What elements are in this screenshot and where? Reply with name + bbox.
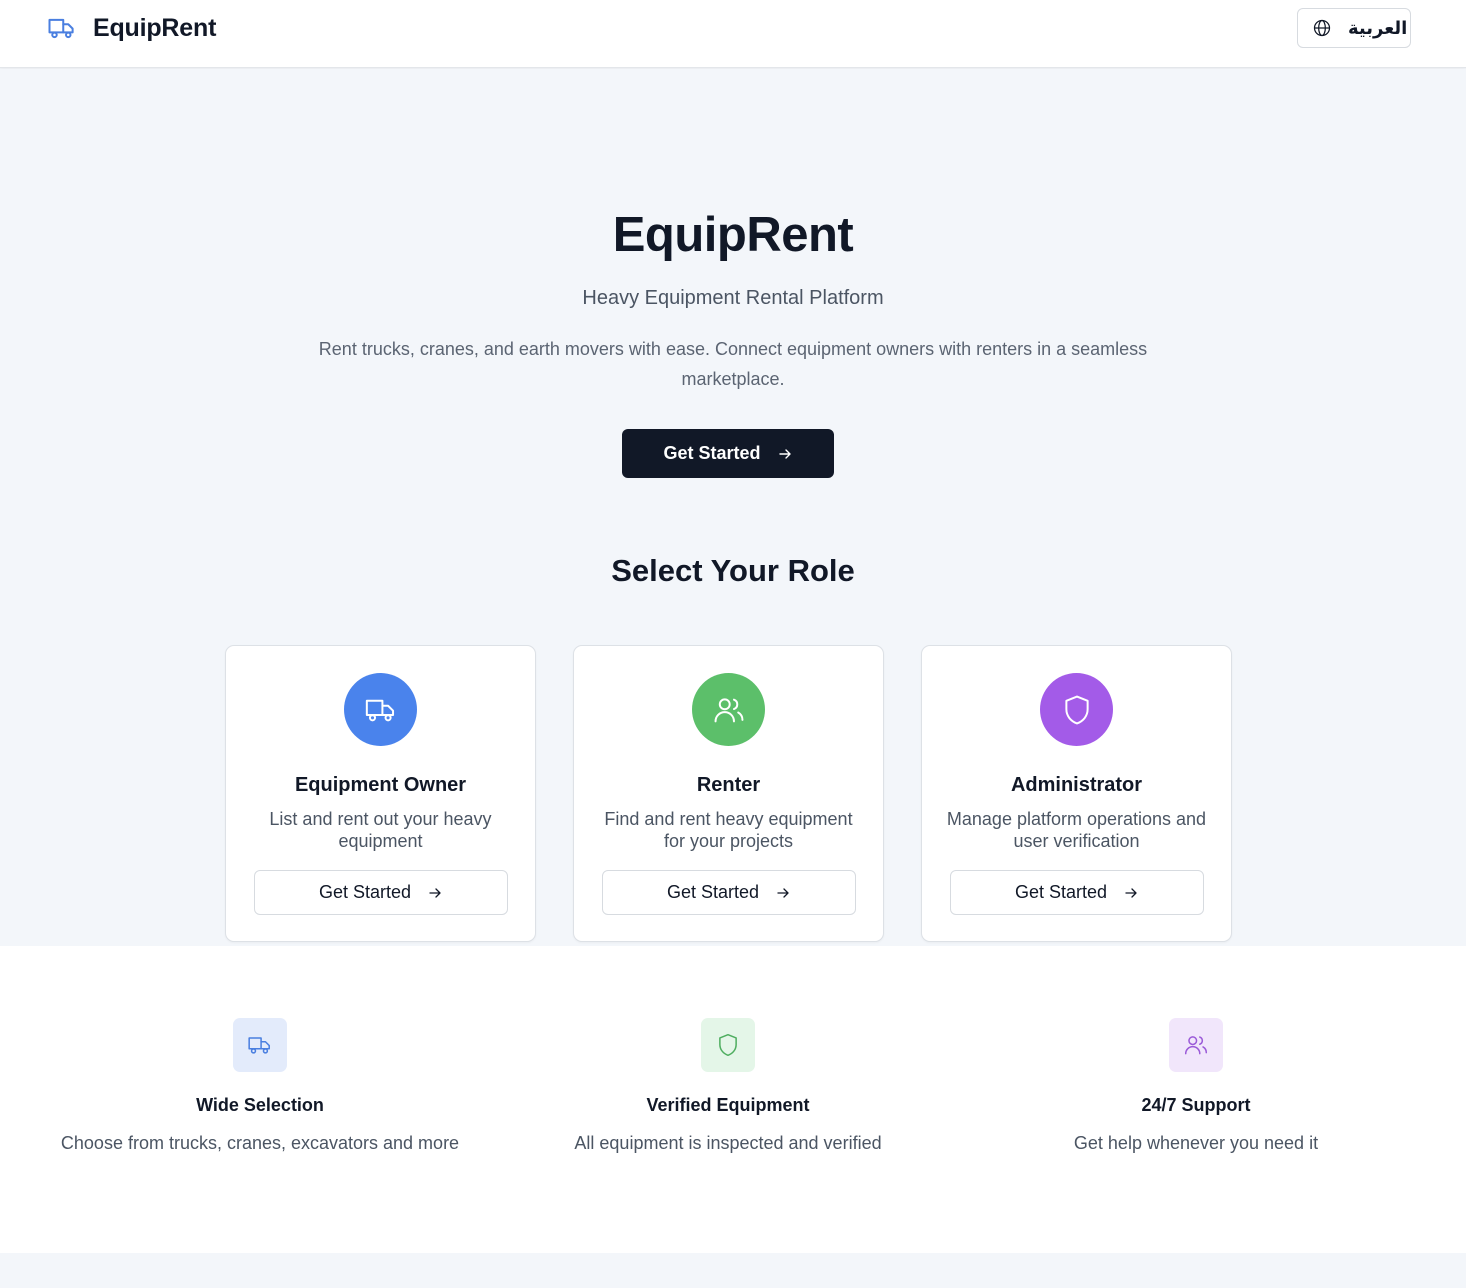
language-label: العربية: [1348, 17, 1408, 39]
feature-support: 24/7 Support Get help whenever you need …: [976, 946, 1416, 1253]
features-section: Wide Selection Choose from trucks, crane…: [0, 946, 1466, 1253]
feature-icon-box: [701, 1018, 755, 1072]
role-description: Manage platform operations and user veri…: [946, 809, 1207, 851]
arrow-right-icon: [427, 885, 443, 901]
role-icon-circle: [1040, 673, 1113, 746]
arrow-right-icon: [777, 446, 793, 462]
button-label: Get Started: [318, 882, 412, 902]
users-icon: [714, 697, 743, 722]
feature-description: Get help whenever you need it: [1073, 1133, 1319, 1153]
feature-verified-equipment: Verified Equipment All equipment is insp…: [508, 946, 948, 1253]
role-icon-circle: [692, 673, 765, 746]
feature-icon-box: [233, 1018, 287, 1072]
renter-get-started-button[interactable]: Get Started: [602, 870, 856, 915]
equipment-owner-get-started-button[interactable]: Get Started: [254, 870, 508, 915]
feature-title: Verified Equipment: [646, 1095, 810, 1115]
feature-wide-selection: Wide Selection Choose from trucks, crane…: [40, 946, 480, 1253]
role-name: Equipment Owner: [294, 774, 467, 796]
shield-icon: [1064, 695, 1089, 724]
role-card-administrator: Administrator Manage platform operations…: [921, 645, 1232, 942]
feature-title: Wide Selection: [196, 1095, 324, 1115]
language-switch-button[interactable]: العربية: [1297, 8, 1411, 48]
administrator-get-started-button[interactable]: Get Started: [950, 870, 1204, 915]
truck-icon: [365, 699, 394, 721]
users-icon: [1184, 1036, 1208, 1055]
hero-title: EquipRent: [612, 208, 854, 262]
button-label: Get Started: [666, 882, 760, 902]
arrow-right-icon: [775, 885, 791, 901]
role-card-equipment-owner: Equipment Owner List and rent out your h…: [225, 645, 536, 942]
role-card-renter: Renter Find and rent heavy equipment for…: [573, 645, 884, 942]
truck-icon: [248, 1037, 270, 1054]
role-name: Renter: [696, 774, 761, 796]
top-navbar: EquipRent العربية: [0, 0, 1466, 68]
footer-strip: [0, 1253, 1466, 1288]
truck-icon: [45, 13, 79, 43]
role-icon-circle: [344, 673, 417, 746]
feature-title: 24/7 Support: [1141, 1095, 1251, 1115]
hero-description: Rent trucks, cranes, and earth movers wi…: [318, 339, 1148, 389]
hero-subtitle: Heavy Equipment Rental Platform: [582, 287, 884, 309]
select-role-heading: Select Your Role: [611, 553, 855, 588]
button-label: Get Started: [1014, 882, 1108, 902]
role-description: Find and rent heavy equipment for your p…: [604, 809, 853, 851]
brand[interactable]: EquipRent: [45, 13, 216, 43]
feature-description: Choose from trucks, cranes, excavators a…: [60, 1133, 460, 1153]
brand-name: EquipRent: [93, 13, 217, 42]
hero-section: EquipRent Heavy Equipment Rental Platfor…: [0, 69, 1466, 946]
globe-icon: [1312, 18, 1332, 38]
role-name: Administrator: [1010, 774, 1143, 796]
feature-icon-box: [1169, 1018, 1223, 1072]
get-started-label: Get Started: [663, 443, 761, 463]
shield-icon: [719, 1033, 737, 1057]
get-started-button[interactable]: Get Started: [622, 429, 834, 478]
role-description: List and rent out your heavy equipment: [269, 809, 492, 851]
arrow-right-icon: [1123, 885, 1139, 901]
feature-description: All equipment is inspected and verified: [574, 1133, 882, 1153]
